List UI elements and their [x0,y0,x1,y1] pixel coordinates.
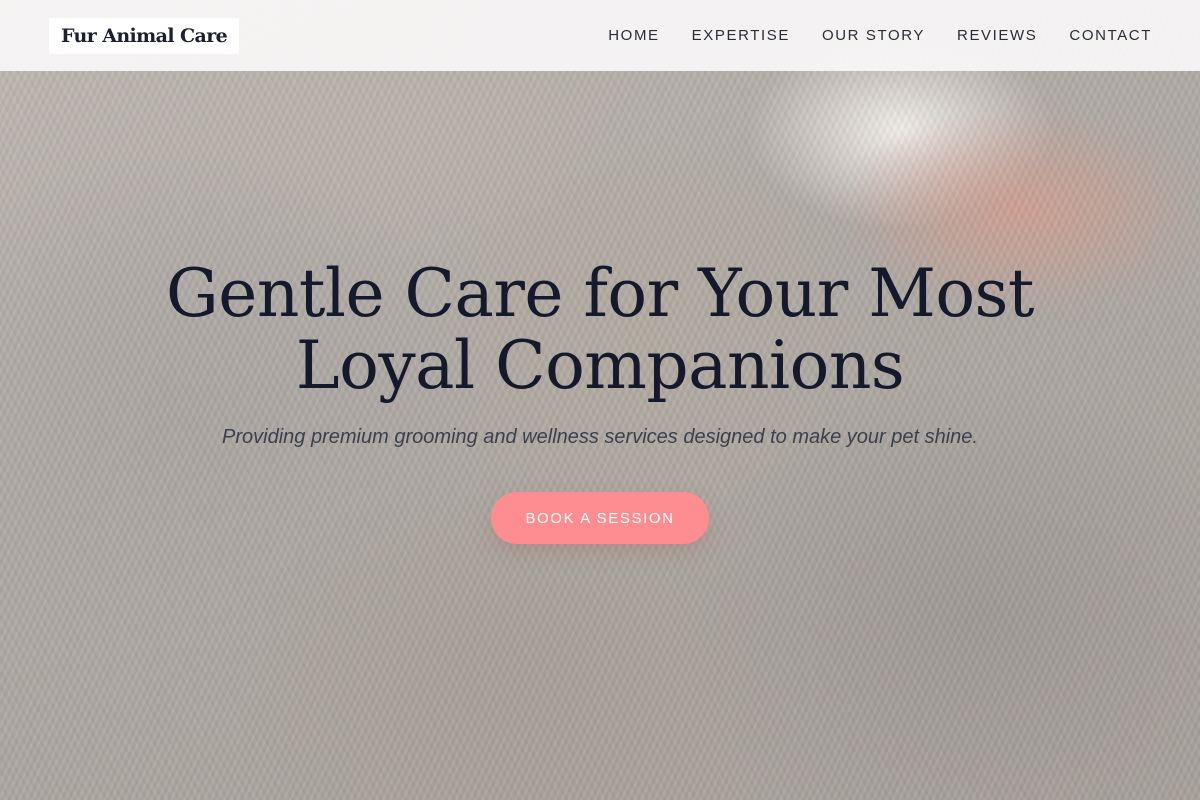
nav-item-our-story[interactable]: OUR STORY [822,27,925,44]
site-header: Fur Animal Care HOME EXPERTISE OUR STORY… [0,0,1200,71]
hero-subtitle: Providing premium grooming and wellness … [222,426,978,448]
main-nav: HOME EXPERTISE OUR STORY REVIEWS CONTACT [608,27,1152,44]
hero-section: Gentle Care for Your Most Loyal Companio… [0,0,1200,800]
nav-item-contact[interactable]: CONTACT [1069,27,1152,44]
hero-title: Gentle Care for Your Most Loyal Companio… [166,255,1034,404]
nav-item-reviews[interactable]: REVIEWS [957,27,1037,44]
nav-item-home[interactable]: HOME [608,27,659,44]
nav-item-expertise[interactable]: EXPERTISE [692,27,790,44]
brand-logo[interactable]: Fur Animal Care [49,17,240,54]
book-session-button[interactable]: BOOK A SESSION [491,492,709,544]
